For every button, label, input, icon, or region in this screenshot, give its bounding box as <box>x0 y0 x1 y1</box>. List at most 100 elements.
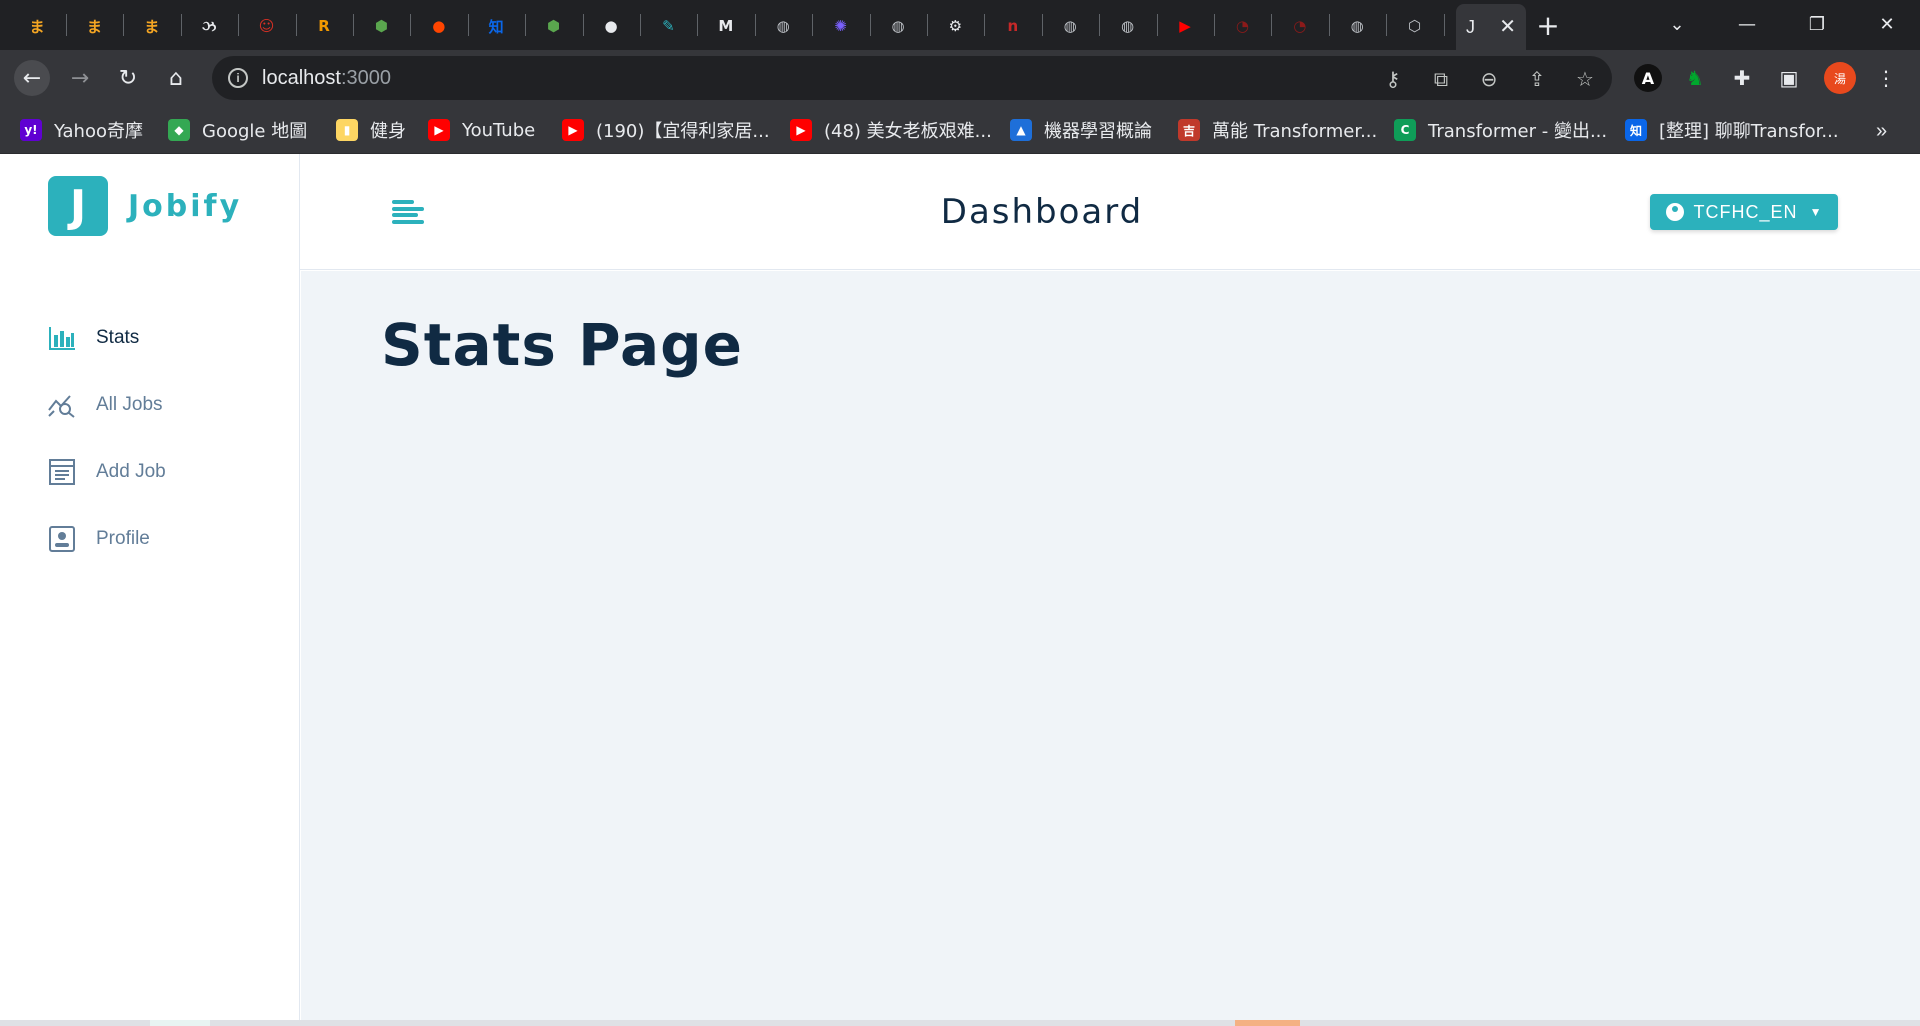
more-bookmarks-icon[interactable]: » <box>1876 120 1887 143</box>
tab-favicon: ◍ <box>1350 17 1364 35</box>
tab-favicon-1-icon[interactable]: ま <box>14 8 60 44</box>
tab-separator <box>467 14 469 36</box>
minimize-icon[interactable]: — <box>1722 6 1772 42</box>
tab-search-icon[interactable]: ⌄ <box>1652 6 1702 42</box>
bookmark-item[interactable]: ◆ Google 地圖 <box>168 116 307 144</box>
tab-favicon: M <box>718 17 734 35</box>
tab-separator <box>238 14 240 36</box>
tab-favicon-2-icon[interactable]: ま <box>71 8 117 44</box>
tab-favicon-18-icon[interactable]: n <box>990 8 1036 44</box>
tab-favicon-6-icon[interactable]: R <box>301 8 347 44</box>
site-info-icon[interactable]: i <box>228 68 248 88</box>
tab-favicon-22-icon[interactable]: ◔ <box>1219 8 1265 44</box>
tab-favicon: ◍ <box>891 17 905 35</box>
tab-favicon-23-icon[interactable]: ◔ <box>1277 8 1323 44</box>
bookmark-label: 機器學習概論 <box>1044 121 1152 142</box>
sidebar-item-profile[interactable]: Profile <box>0 505 300 572</box>
address-bar[interactable]: i localhost:3000 ⚷ ⧉ ⊖ ⇪ ☆ <box>212 56 1612 100</box>
tab-separator <box>640 14 641 36</box>
bookmark-item[interactable]: 知 [整理] 聊聊Transfor... <box>1625 116 1839 144</box>
back-icon[interactable]: ← <box>14 60 50 96</box>
sidebar-item-label: All Jobs <box>96 393 163 415</box>
globe-icon[interactable]: ◍ <box>875 8 921 44</box>
add-job-icon <box>48 458 76 486</box>
globe-icon[interactable]: ◍ <box>1047 8 1093 44</box>
share-icon[interactable]: ⇪ <box>1524 66 1550 92</box>
tab-separator <box>869 14 871 36</box>
gear-icon[interactable]: ⚙ <box>932 8 978 44</box>
bookmarks-bar: » y! Yahoo奇摩 ◆ Google 地圖 ▮ 健身 ▶ YouTube ▶ (190)【宜… <box>0 106 1920 154</box>
side-panel-icon[interactable]: ▣ <box>1775 64 1803 92</box>
tab-favicon: ઝ <box>202 17 217 35</box>
tab-separator <box>1041 14 1043 36</box>
bookmark-label: YouTube <box>462 119 536 141</box>
jobify-app: J Jobify Stats All Jobs Add Job Profile … <box>0 154 1920 1020</box>
star-icon[interactable]: ☆ <box>1572 66 1598 92</box>
bookmark-label: [整理] 聊聊Transfor... <box>1659 121 1839 142</box>
youtube-icon[interactable]: ▶ <box>1162 8 1208 44</box>
sidebar-nav: Stats All Jobs Add Job Profile <box>0 304 300 572</box>
tab-favicon-12-icon[interactable]: ✎ <box>645 8 691 44</box>
window-close-icon[interactable]: ✕ <box>1862 6 1912 42</box>
all-jobs-icon <box>48 391 76 419</box>
bookmark-item[interactable]: ▶ (48) 美女老板艰难... <box>790 116 992 144</box>
forward-icon[interactable]: → <box>62 60 98 96</box>
bookmark-item[interactable]: ▮ 健身 <box>336 116 406 144</box>
tab-favicon: R <box>318 17 330 35</box>
reddit-icon[interactable]: ● <box>416 8 462 44</box>
sidebar-item-stats[interactable]: Stats <box>0 304 300 371</box>
globe-icon[interactable]: ◍ <box>1105 8 1151 44</box>
key-icon[interactable]: ⚷ <box>1380 66 1406 92</box>
profile-avatar[interactable]: 湯 <box>1824 62 1856 94</box>
tab-favicon-7-icon[interactable]: ⬢ <box>358 8 404 44</box>
user-menu-button[interactable]: TCFHC_EN ▼ <box>1650 194 1838 230</box>
restore-icon[interactable]: ❐ <box>1792 6 1842 42</box>
active-tab[interactable]: J ✕ <box>1456 4 1526 50</box>
sidebar-item-add-job[interactable]: Add Job <box>0 438 300 505</box>
bookmark-label: Yahoo奇摩 <box>54 121 143 142</box>
globe-icon[interactable]: ◍ <box>760 8 806 44</box>
globe-icon[interactable]: ◍ <box>1334 8 1380 44</box>
bottom-strip <box>0 1020 1920 1026</box>
extensions-icon[interactable]: ✚ <box>1728 64 1756 92</box>
caret-down-icon: ▼ <box>1809 205 1823 219</box>
bookmark-item[interactable]: C Transformer - 變出... <box>1394 116 1607 144</box>
close-tab-icon[interactable]: ✕ <box>1499 17 1516 37</box>
tab-favicon-4-icon[interactable]: ઝ <box>186 8 232 44</box>
bookmark-item[interactable]: ▶ (190)【宜得利家居... <box>562 116 770 144</box>
sidebar-item-all-jobs[interactable]: All Jobs <box>0 371 300 438</box>
tab-separator <box>295 14 297 36</box>
bookmark-item[interactable]: ▶ YouTube <box>428 116 535 144</box>
extension-a-icon[interactable]: A <box>1634 64 1662 92</box>
evernote-icon[interactable]: ♞ <box>1681 64 1709 92</box>
tab-favicon: ☺ <box>258 17 275 35</box>
bookmark-item[interactable]: 吉萬能 Transformer... <box>1178 116 1377 144</box>
tab-favicon: ● <box>432 17 446 35</box>
bookmark-item[interactable]: y! Yahoo奇摩 <box>20 116 143 144</box>
tab-favicon-3-icon[interactable]: ま <box>129 8 175 44</box>
bookmark-label: 萬能 Transformer... <box>1212 121 1378 142</box>
tab-favicon-15-icon[interactable]: ✺ <box>818 8 864 44</box>
tab-separator <box>582 14 584 36</box>
logo[interactable]: J Jobify <box>48 176 242 236</box>
new-tab-button[interactable]: + <box>1530 9 1566 42</box>
github-icon[interactable]: ● <box>588 8 634 44</box>
tab-favicon: ⬢ <box>374 17 388 35</box>
zhihu-icon[interactable]: 知 <box>473 8 519 44</box>
tab-favicon: ● <box>604 17 618 35</box>
bookmark-item[interactable]: ▲ 機器學習概論 <box>1010 116 1152 144</box>
logo-text: Jobify <box>128 188 243 224</box>
translate-icon[interactable]: ⧉ <box>1428 66 1454 92</box>
tab-favicon-13-icon[interactable]: M <box>703 8 749 44</box>
home-icon[interactable]: ⌂ <box>158 60 194 96</box>
stats-icon <box>48 324 76 352</box>
nodejs-icon[interactable]: ⬢ <box>531 8 577 44</box>
zoom-out-icon[interactable]: ⊖ <box>1476 66 1502 92</box>
tab-favicon-5-icon[interactable]: ☺ <box>244 8 290 44</box>
top-navbar: Dashboard TCFHC_EN ▼ <box>300 154 1920 270</box>
menu-icon[interactable]: ⋮ <box>1872 64 1900 92</box>
tab-favicon: ◔ <box>1235 17 1249 35</box>
reload-icon[interactable]: ↻ <box>110 60 146 96</box>
cube-icon[interactable]: ⬡ <box>1392 8 1438 44</box>
bookmark-favicon-icon: 知 <box>1625 119 1647 141</box>
